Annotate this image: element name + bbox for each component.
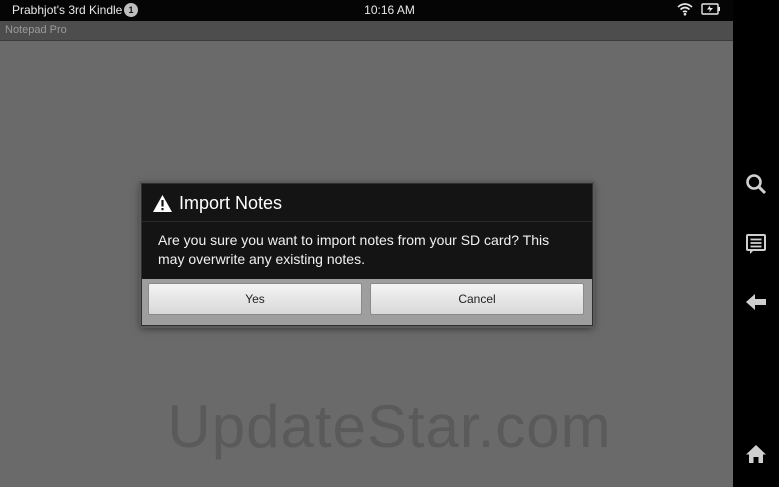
clock: 10:16 AM [364, 3, 415, 17]
dialog-header: Import Notes [142, 184, 592, 222]
battery-icon [701, 3, 720, 15]
cancel-button[interactable]: Cancel [370, 283, 584, 315]
app-title-bar: Notepad Pro [0, 21, 733, 41]
navigation-bar [733, 0, 779, 487]
status-icons [677, 2, 721, 16]
menu-icon[interactable] [744, 232, 768, 256]
watermark: UpdateStar.com [167, 393, 612, 460]
search-icon[interactable] [744, 172, 768, 196]
dialog-title: Import Notes [179, 193, 283, 213]
warning-icon [153, 195, 172, 212]
back-icon[interactable] [744, 290, 768, 314]
status-bar: Prabhjot's 3rd Kindle 1 10:16 AM [0, 0, 733, 21]
import-notes-dialog: Import Notes Are you sure you want to im… [141, 183, 593, 326]
dialog-button-bar: Yes Cancel [142, 279, 592, 325]
dialog-message: Are you sure you want to import notes fr… [158, 232, 550, 267]
app-title: Notepad Pro [5, 24, 67, 36]
home-icon[interactable] [744, 442, 768, 466]
yes-button[interactable]: Yes [148, 283, 362, 315]
wifi-icon [677, 3, 693, 16]
